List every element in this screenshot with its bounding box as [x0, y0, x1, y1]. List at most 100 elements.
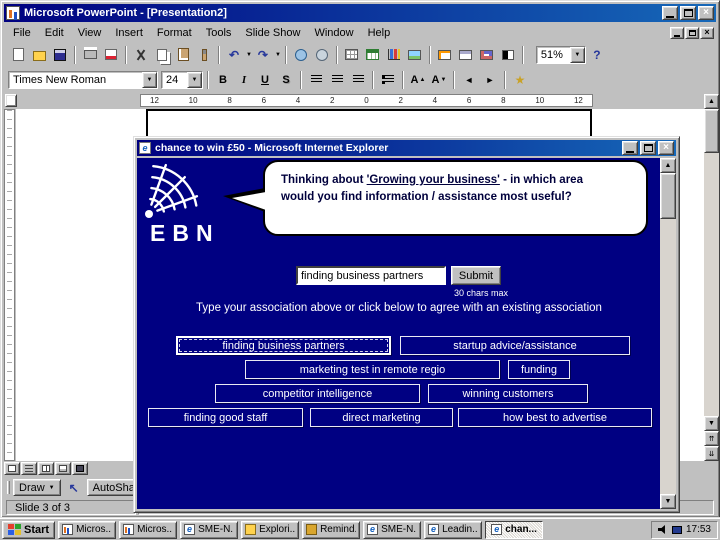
align-left-button[interactable] [306, 70, 326, 90]
scrollbar-thumb[interactable] [704, 109, 719, 153]
insert-hyperlink-button[interactable] [291, 45, 311, 65]
taskbar-task-5[interactable]: Remind... [302, 520, 361, 539]
option-funding[interactable]: funding [508, 360, 570, 379]
menu-insert[interactable]: Insert [108, 26, 150, 40]
menu-file[interactable]: File [6, 26, 38, 40]
underline-button[interactable]: U [255, 70, 275, 90]
undo-dropdown-icon[interactable]: ▼ [246, 52, 252, 58]
zoom-dropdown-icon[interactable]: ▼ [569, 46, 585, 63]
volume-icon[interactable] [657, 525, 665, 534]
ie-scrollbar-thumb[interactable] [660, 173, 676, 219]
insert-clipart-button[interactable] [405, 45, 425, 65]
taskbar-task-4[interactable]: Explori... [241, 520, 300, 539]
ie-scroll-down-button[interactable]: ▼ [660, 494, 676, 509]
toolbar-grip[interactable] [7, 481, 10, 494]
text-shadow-button[interactable]: S [276, 70, 296, 90]
scroll-down-button[interactable]: ▼ [704, 416, 719, 431]
menu-format[interactable]: Format [150, 26, 199, 40]
new-document-button[interactable] [8, 45, 28, 65]
option-direct-marketing[interactable]: direct marketing [310, 408, 453, 427]
cut-button[interactable] [131, 45, 151, 65]
paste-button[interactable] [173, 45, 193, 65]
help-assistant-button[interactable]: ? [587, 45, 607, 65]
option-finding-business-partners[interactable]: finding business partners [176, 336, 391, 355]
web-toolbar-button[interactable] [312, 45, 332, 65]
black-white-view-button[interactable] [498, 45, 518, 65]
association-input[interactable] [296, 266, 446, 285]
spelling-button[interactable] [101, 45, 121, 65]
select-objects-button[interactable]: ↖ [64, 478, 84, 498]
taskbar-task-2[interactable]: Micros... [119, 520, 178, 539]
bold-button[interactable]: B [213, 70, 233, 90]
scroll-up-button[interactable]: ▲ [704, 94, 719, 109]
taskbar-task-7[interactable]: e Leadin... [424, 520, 483, 539]
decrease-font-button[interactable]: A ▼ [429, 70, 449, 90]
demote-button[interactable]: ► [480, 70, 500, 90]
doc-close-button[interactable]: × [700, 26, 714, 39]
start-button[interactable]: Start [2, 520, 56, 539]
redo-button[interactable]: ↷ [253, 45, 273, 65]
doc-minimize-button[interactable] [670, 26, 684, 39]
option-winning-customers[interactable]: winning customers [428, 384, 588, 403]
menu-edit[interactable]: Edit [38, 26, 71, 40]
menu-tools[interactable]: Tools [199, 26, 239, 40]
ie-maximize-button[interactable] [640, 141, 656, 155]
insert-excel-button[interactable] [363, 45, 383, 65]
display-icon[interactable] [671, 525, 682, 534]
option-startup-advice[interactable]: startup advice/assistance [400, 336, 630, 355]
taskbar-task-8-active[interactable]: e chan... [485, 520, 544, 539]
insert-table-button[interactable] [342, 45, 362, 65]
notes-page-view-button[interactable] [55, 462, 71, 475]
menu-slide-show[interactable]: Slide Show [238, 26, 307, 40]
submit-button[interactable]: Submit [451, 266, 501, 285]
maximize-button[interactable] [680, 6, 696, 20]
insert-chart-button[interactable] [384, 45, 404, 65]
font-name-dropdown-icon[interactable]: ▼ [142, 71, 157, 88]
close-button[interactable]: × [698, 6, 714, 20]
bullets-button[interactable] [378, 70, 398, 90]
zoom-combobox[interactable]: 51% ▼ [535, 45, 586, 64]
vertical-scrollbar[interactable]: ▲ ▼ ⇈ ⇊ [704, 94, 719, 461]
animation-effects-button[interactable]: ★ [510, 70, 530, 90]
outline-view-button[interactable] [21, 462, 37, 475]
ie-vertical-scrollbar[interactable]: ▲ ▼ [660, 158, 676, 509]
menu-view[interactable]: View [71, 26, 109, 40]
slide-layout-button[interactable] [456, 45, 476, 65]
ie-close-button[interactable]: × [658, 141, 674, 155]
apply-design-button[interactable] [477, 45, 497, 65]
slide-show-view-button[interactable] [72, 462, 88, 475]
slide-view-button[interactable] [4, 462, 20, 475]
slide-sorter-view-button[interactable] [38, 462, 54, 475]
option-how-best-to-advertise[interactable]: how best to advertise [458, 408, 652, 427]
font-size-combobox[interactable]: 24 ▼ [161, 70, 203, 89]
undo-button[interactable]: ↶ [224, 45, 244, 65]
taskbar-task-1[interactable]: Micros... [58, 520, 117, 539]
option-competitor-intelligence[interactable]: competitor intelligence [215, 384, 420, 403]
align-right-button[interactable] [348, 70, 368, 90]
increase-font-button[interactable]: A ▲ [408, 70, 428, 90]
align-center-button[interactable] [327, 70, 347, 90]
font-size-dropdown-icon[interactable]: ▼ [187, 71, 202, 88]
taskbar-task-3[interactable]: eSME-N... [180, 520, 239, 539]
scrollbar-track[interactable] [704, 153, 719, 416]
menu-window[interactable]: Window [307, 26, 360, 40]
italic-button[interactable]: I [234, 70, 254, 90]
copy-button[interactable] [152, 45, 172, 65]
taskbar-task-6[interactable]: eSME-N... [363, 520, 422, 539]
draw-menu-button[interactable]: Draw ▼ [13, 479, 61, 496]
ie-minimize-button[interactable] [622, 141, 638, 155]
next-slide-button[interactable]: ⇊ [704, 446, 719, 461]
save-button[interactable] [50, 45, 70, 65]
ie-scroll-up-button[interactable]: ▲ [660, 158, 676, 173]
ie-scrollbar-track[interactable] [660, 219, 676, 494]
previous-slide-button[interactable]: ⇈ [704, 431, 719, 446]
menu-help[interactable]: Help [361, 26, 398, 40]
open-button[interactable] [29, 45, 49, 65]
promote-button[interactable]: ◄ [459, 70, 479, 90]
font-name-combobox[interactable]: Times New Roman ▼ [8, 70, 158, 89]
doc-restore-button[interactable] [685, 26, 699, 39]
option-finding-good-staff[interactable]: finding good staff [148, 408, 303, 427]
new-slide-button[interactable] [435, 45, 455, 65]
option-marketing-test[interactable]: marketing test in remote regio [245, 360, 500, 379]
minimize-button[interactable] [662, 6, 678, 20]
